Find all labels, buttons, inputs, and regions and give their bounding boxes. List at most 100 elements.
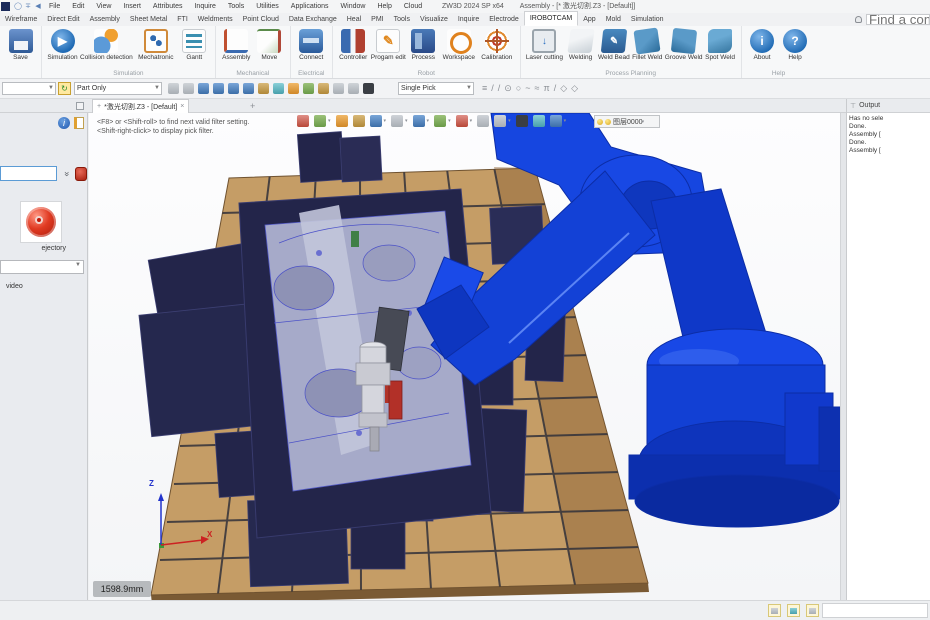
quick-access-back-icon[interactable]: ◀ [33,0,43,13]
edge-filter-icon[interactable] [228,83,239,94]
tab-sheet-metal[interactable]: Sheet Metal [125,13,172,26]
document-tab[interactable]: + *激光切割.Z3 - [Default] × [92,99,189,113]
menu-attributes[interactable]: Attributes [147,0,189,13]
pick-line-icon[interactable]: / [491,83,494,94]
help-button[interactable]: ? Help [779,28,812,61]
layer-combo[interactable]: 图层0000 ▾ [594,115,660,128]
pick-last-icon[interactable]: ≡ [482,83,487,94]
tab-pin-icon[interactable]: + [97,103,101,110]
gantt-button[interactable]: Gantt [178,28,211,61]
assembly-button[interactable]: Assembly [220,28,253,61]
pick-spline-icon[interactable]: ≈ [535,83,540,94]
tab-mold[interactable]: Mold [601,13,626,26]
material-render-icon[interactable] [456,115,468,127]
zoom-window-icon[interactable] [477,115,489,127]
pick-face-icon[interactable]: ◇ [560,83,567,94]
workspace-button[interactable]: Workspace [440,28,478,61]
pick-solid-icon[interactable]: ◇ [571,83,578,94]
process-button[interactable]: Process [407,28,440,61]
sketch-filter-icon[interactable] [273,83,284,94]
pick-curve-icon[interactable]: ~ [525,83,530,94]
tab-point-cloud[interactable]: Point Cloud [238,13,284,26]
menu-window[interactable]: Window [335,0,372,13]
welding-button[interactable]: Welding [564,28,597,61]
tab-close-icon[interactable]: × [180,103,184,110]
menu-inquire[interactable]: Inquire [188,0,221,13]
tab-tools[interactable]: Tools [389,13,415,26]
face-filter-icon[interactable] [213,83,224,94]
feature-filter-icon[interactable] [318,83,329,94]
regen-icon[interactable]: ↻ [58,82,71,95]
block-filter-icon[interactable] [303,83,314,94]
menu-applications[interactable]: Applications [285,0,335,13]
save-button[interactable]: Save [4,28,37,61]
controller-button[interactable]: Controller [337,28,370,61]
program-edit-button[interactable]: ✎ Progam edit [370,28,407,61]
weld-bead-button[interactable]: ✎ Weld Bead [597,28,631,61]
pick-diagonal-icon[interactable]: / [554,83,557,94]
expand-chevrons-icon[interactable]: « [60,168,72,180]
notification-bell-icon[interactable] [855,16,862,23]
view-exit-icon[interactable] [297,115,309,127]
record-source-icon[interactable] [75,167,87,181]
menu-tools[interactable]: Tools [222,0,250,13]
info-icon[interactable]: i [58,117,70,129]
spot-weld-button[interactable]: Spot Weld [704,28,737,61]
pick-center-icon[interactable]: ⊙ [504,83,512,94]
graphics-viewport[interactable]: <F8> or <Shift-roll> to find next valid … [89,113,840,600]
sketch-view-icon[interactable] [336,115,348,127]
background-icon[interactable] [434,115,446,127]
tab-assembly[interactable]: Assembly [85,13,125,26]
fillet-weld-button[interactable]: Fillet Weld [631,28,664,61]
collision-detection-button[interactable]: Collision detection [79,28,134,61]
menu-file[interactable]: File [43,0,66,13]
panel-minimize-icon[interactable] [76,102,84,110]
tab-weldments[interactable]: Weldments [193,13,238,26]
section-view-icon[interactable] [413,115,425,127]
tab-app[interactable]: App [578,13,600,26]
pin-icon[interactable]: ⊤ [850,102,856,110]
fullscreen-strip-icon[interactable] [516,115,528,127]
view-orient-icon[interactable] [314,115,326,127]
component-filter-icon[interactable] [258,83,269,94]
menu-view[interactable]: View [90,0,117,13]
hide-target-icon[interactable] [183,83,194,94]
viewport-frame-icon[interactable] [533,115,545,127]
tab-inquire[interactable]: Inquire [453,13,484,26]
tab-fti[interactable]: FTI [172,13,193,26]
find-command-input[interactable] [866,14,930,25]
cloud-display-icon[interactable] [550,115,562,127]
trajectory-name-input[interactable] [0,166,57,181]
tab-electrode[interactable]: Electrode [484,13,524,26]
menu-cloud[interactable]: Cloud [398,0,428,13]
monitor-icon[interactable] [787,604,800,617]
tab-heal[interactable]: Heal [342,13,366,26]
prompt-box-icon[interactable] [806,604,819,617]
shape-filter-icon[interactable] [198,83,209,94]
tab-direct-edit[interactable]: Direct Edit [42,13,84,26]
menu-utilities[interactable]: Utilities [250,0,285,13]
stop-icon[interactable] [363,83,374,94]
pick-circle-icon[interactable]: ○ [516,83,521,94]
quick-access-pin-icon[interactable]: ∓ [23,0,33,13]
quick-access-refresh-icon[interactable]: ◯ [13,0,23,13]
isometric-view-icon[interactable] [353,115,365,127]
menu-edit[interactable]: Edit [66,0,90,13]
shaded-mode-icon[interactable] [370,115,382,127]
mechatronic-button[interactable]: Mechatronic [134,28,178,61]
status-input[interactable] [822,603,928,618]
filter-combo[interactable]: Part Only▼ [74,82,162,95]
move-button[interactable]: Move [253,28,286,61]
tab-pmi[interactable]: PMI [366,13,388,26]
tab-wireframe[interactable]: Wireframe [0,13,42,26]
pick-segment-icon[interactable]: / [498,83,501,94]
tab-simulation[interactable]: Simulation [626,13,669,26]
connect-button[interactable]: Connect [295,28,328,61]
new-tab-icon[interactable]: + [250,101,255,111]
tab-visualize[interactable]: Visualize [415,13,453,26]
wireframe-mode-icon[interactable] [391,115,403,127]
window-mode-icon[interactable] [768,604,781,617]
output-panel-header[interactable]: ⊤ Output [847,99,930,113]
tab-data-exchange[interactable]: Data Exchange [284,13,342,26]
about-button[interactable]: i About [746,28,779,61]
